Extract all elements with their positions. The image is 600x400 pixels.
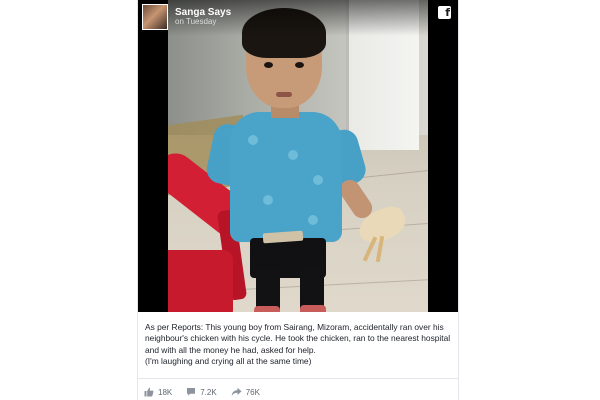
comment-icon bbox=[187, 388, 196, 396]
post-photo[interactable] bbox=[168, 0, 428, 312]
shirt-pattern bbox=[313, 175, 323, 185]
boy-eye-left bbox=[264, 62, 273, 68]
caption-text: (I'm laughing and crying all at the same… bbox=[145, 355, 312, 366]
page-avatar[interactable] bbox=[142, 4, 168, 30]
boy-shirt bbox=[230, 112, 342, 242]
comments-count: 7.2K bbox=[200, 387, 217, 397]
boy-mouth bbox=[276, 92, 292, 97]
stats-divider bbox=[138, 378, 458, 379]
boy-eye-right bbox=[295, 62, 304, 68]
engagement-bar: 18K 7.2K 76K bbox=[144, 387, 274, 397]
facebook-post-card: Sanga Says on Tuesday f As per Reports: … bbox=[138, 0, 458, 400]
shares-count: 76K bbox=[245, 387, 260, 397]
red-chair-seat bbox=[168, 250, 233, 312]
facebook-icon[interactable]: f bbox=[438, 6, 451, 19]
shirt-pattern bbox=[263, 195, 273, 205]
share-arrow-icon bbox=[231, 387, 242, 396]
shares-stat[interactable]: 76K bbox=[231, 387, 260, 397]
post-media[interactable]: Sanga Says on Tuesday f bbox=[138, 0, 458, 312]
likes-count: 18K bbox=[158, 387, 173, 397]
post-timestamp[interactable]: on Tuesday bbox=[175, 17, 231, 26]
boy-shoe-left bbox=[254, 306, 280, 312]
likes-stat[interactable]: 18K bbox=[144, 387, 172, 397]
comments-stat[interactable]: 7.2K bbox=[186, 387, 217, 397]
shirt-pattern bbox=[248, 135, 258, 145]
boy-shoe-right bbox=[300, 305, 326, 312]
shirt-pattern bbox=[308, 215, 318, 225]
caption-text: As per Reports: This young boy from Sair… bbox=[145, 322, 451, 355]
post-header: Sanga Says on Tuesday bbox=[142, 3, 231, 31]
post-meta: Sanga Says on Tuesday bbox=[175, 7, 231, 27]
shirt-pattern bbox=[288, 150, 298, 160]
thumbs-up-icon bbox=[144, 387, 154, 397]
post-caption: As per Reports: This young boy from Sair… bbox=[145, 322, 453, 367]
